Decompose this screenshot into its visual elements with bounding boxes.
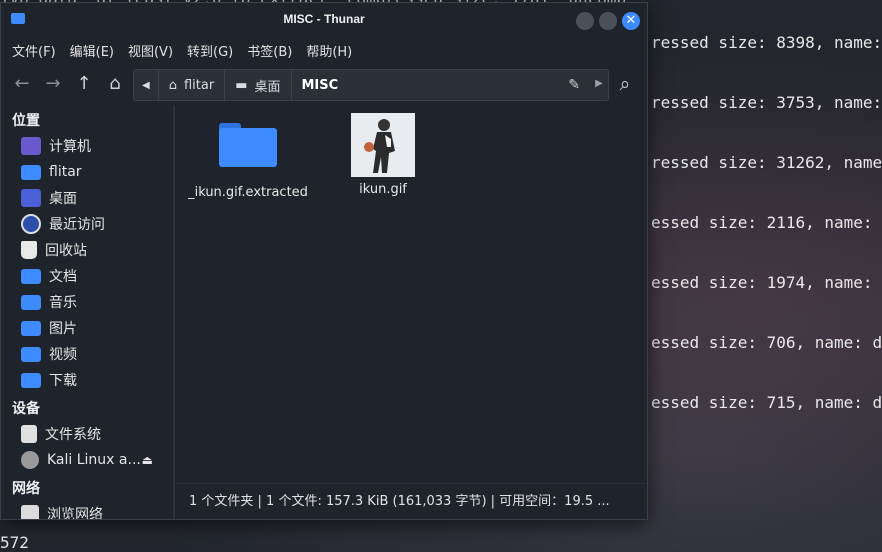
terminal-line: ressed size: 31262, name [651,153,882,172]
crumb-label: MISC [301,77,339,93]
sidebar-header-network: 网络 [12,481,40,497]
sidebar-item-label: 文件系统 [45,427,101,443]
sidebar-item-label: 计算机 [49,139,91,155]
terminal-line: ressed size: 3753, name: [651,93,882,112]
folder-music-icon [21,294,41,310]
sidebar-item-label: 浏览网络 [47,507,103,519]
path-crumb-current[interactable]: MISC [292,70,349,100]
sidebar-item-home[interactable]: flitar [1,159,173,185]
terminal-output: ressed size: 8398, name: ressed size: 37… [651,0,882,453]
maximize-button[interactable] [599,12,617,30]
file-name: ikun.gif [359,182,407,197]
sidebar-item-music[interactable]: 音乐 [1,289,173,315]
home-icon[interactable]: ⌂ [102,72,128,96]
menu-go[interactable]: 转到(G) [180,41,240,60]
sidebar-item-recent[interactable]: 最近访问 [1,211,173,237]
path-right-arrow-icon[interactable]: ▶ [586,72,612,96]
file-manager-window: MISC - Thunar ✕ 文件(F) 编辑(E) 视图(V) 转到(G) … [0,2,648,520]
folder-download-icon [21,372,41,388]
terminal-line: essed size: 706, name: d [651,333,882,352]
menu-bookmarks[interactable]: 书签(B) [240,41,299,60]
desktop-icon: ▬ [235,77,248,93]
terminal-line: ressed size: 8398, name: [651,33,882,52]
menu-file[interactable]: 文件(F) [5,41,63,60]
crumb-label: flitar [183,77,215,93]
sidebar-item-label: 文档 [49,269,77,285]
minimize-button[interactable] [576,12,594,30]
computer-icon [21,137,41,155]
search-icon[interactable]: ⌕ [612,72,638,96]
window-title: MISC - Thunar [283,12,365,26]
menu-bar: 文件(F) 编辑(E) 视图(V) 转到(G) 书签(B) 帮助(H) [1,35,647,65]
path-crumb-desktop[interactable]: ▬ 桌面 [225,70,292,100]
close-button[interactable]: ✕ [622,12,640,30]
optical-disc-icon [21,451,39,469]
sidebar-header-devices: 设备 [12,401,40,417]
forward-arrow-icon[interactable]: → [40,72,66,96]
file-view[interactable]: _ikun.gif.extracted ikun.gif [175,105,645,483]
image-thumbnail-icon [351,113,415,177]
sidebar-item-filesystem[interactable]: 文件系统 [1,421,173,447]
recent-icon [21,214,41,234]
eject-icon[interactable]: ⏏ [142,453,153,467]
menu-edit[interactable]: 编辑(E) [63,41,121,60]
sidebar-item-label: 桌面 [49,191,77,207]
desktop-icon [21,189,41,207]
terminal-line: essed size: 2116, name: [651,213,873,232]
file-item-gif[interactable]: ikun.gif [339,113,427,197]
file-item-folder[interactable]: _ikun.gif.extracted [183,123,313,200]
status-bar: 1 个文件夹 | 1 个文件: 157.3 KiB (161,033 字节) |… [175,483,647,519]
sidebar-item-label: 下载 [49,373,77,389]
path-left-arrow-icon[interactable]: ◀ [134,70,159,100]
file-name: _ikun.gif.extracted [188,185,308,200]
edit-path-icon[interactable]: ✎ [568,77,580,93]
back-arrow-icon[interactable]: ← [9,72,35,96]
sidebar-item-label: flitar [49,164,82,180]
sidebar-item-computer[interactable]: 计算机 [1,133,173,159]
folder-pictures-icon [21,320,41,336]
sidebar: 位置 计算机 flitar 桌面 最近访问 回收站 文档 音乐 图片 视频 下载… [1,105,173,519]
path-crumb-home[interactable]: ⌂ flitar [159,70,226,100]
sidebar-item-browse-network[interactable]: 浏览网络 [1,501,173,519]
filesystem-icon [21,425,37,443]
sidebar-item-label: Kali Linux a... [47,452,141,468]
path-bar: ◀ ⌂ flitar ▬ 桌面 MISC ✎ [133,69,609,101]
sidebar-item-label: 音乐 [49,295,77,311]
trash-icon [21,241,37,259]
sidebar-item-trash[interactable]: 回收站 [1,237,173,263]
sidebar-item-label: 视频 [49,347,77,363]
sidebar-item-label: 最近访问 [49,217,105,233]
toolbar: ← → ↑ ⌂ ◀ ⌂ flitar ▬ 桌面 MISC ✎ ▶ ⌕ [1,65,647,103]
menu-help[interactable]: 帮助(H) [299,41,359,60]
sidebar-item-downloads[interactable]: 下载 [1,367,173,393]
terminal-line: essed size: 715, name: d [651,393,882,412]
sidebar-item-desktop[interactable]: 桌面 [1,185,173,211]
home-icon: ⌂ [168,77,177,93]
terminal-line: essed size: 1974, name: [651,273,873,292]
title-bar[interactable]: MISC - Thunar ✕ [1,3,647,35]
sidebar-item-label: 图片 [49,321,77,337]
sidebar-header-places: 位置 [12,113,40,129]
sidebar-item-documents[interactable]: 文档 [1,263,173,289]
sidebar-item-videos[interactable]: 视频 [1,341,173,367]
sidebar-item-label: 回收站 [45,243,87,259]
folder-videos-icon [21,346,41,362]
network-icon [21,505,39,519]
folder-home-icon [21,164,41,180]
sidebar-item-pictures[interactable]: 图片 [1,315,173,341]
folder-documents-icon [21,268,41,284]
menu-view[interactable]: 视图(V) [121,41,180,60]
sidebar-item-kali-disc[interactable]: Kali Linux a... ⏏ [1,447,173,473]
crumb-label: 桌面 [254,79,281,95]
up-arrow-icon[interactable]: ↑ [71,72,97,96]
terminal-bottom-line: 572 [0,533,29,552]
folder-icon [219,123,277,167]
